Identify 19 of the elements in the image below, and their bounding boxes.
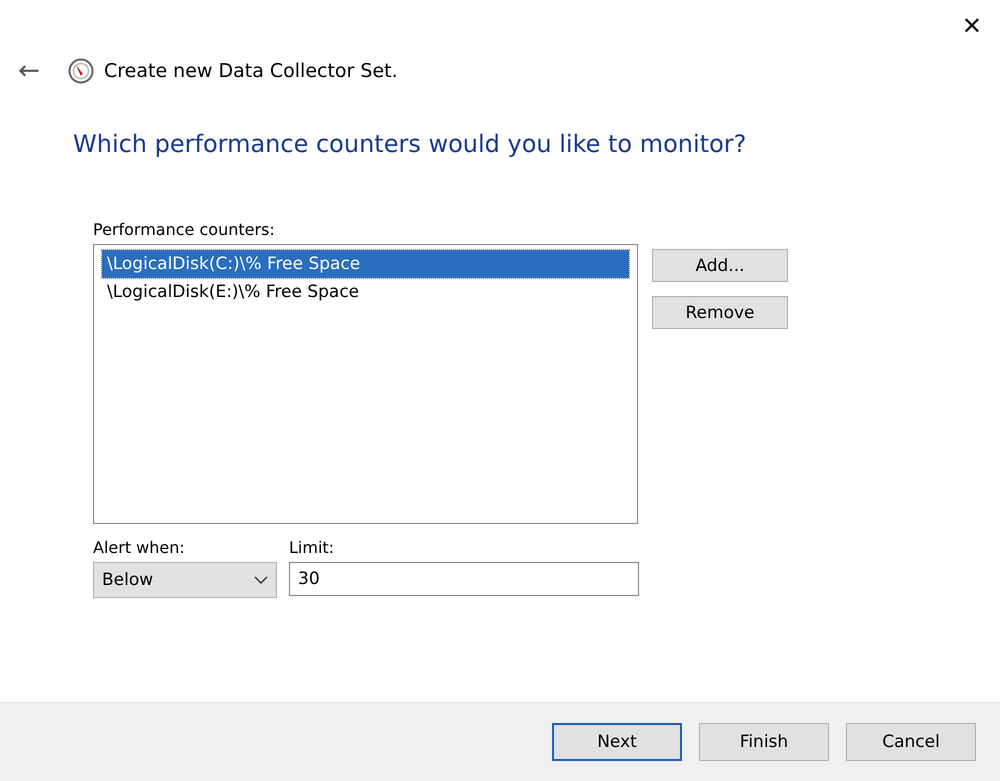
back-button[interactable]: ← <box>14 56 44 86</box>
alert-when-label: Alert when: <box>93 538 186 557</box>
cancel-button[interactable]: Cancel <box>846 723 976 761</box>
remove-button[interactable]: Remove <box>652 296 788 329</box>
limit-input[interactable]: 30 <box>289 562 639 596</box>
close-button[interactable]: ✕ <box>962 12 982 40</box>
counter-item[interactable]: \LogicalDisk(C:)\% Free Space <box>102 250 629 278</box>
add-button[interactable]: Add... <box>652 249 788 282</box>
limit-label: Limit: <box>289 538 336 557</box>
finish-button[interactable]: Finish <box>699 723 829 761</box>
chevron-down-icon <box>254 576 268 584</box>
counter-item[interactable]: \LogicalDisk(E:)\% Free Space <box>102 278 629 306</box>
next-button[interactable]: Next <box>552 723 682 761</box>
wizard-title: Create new Data Collector Set. <box>104 60 398 82</box>
gauge-icon <box>68 58 94 84</box>
page-heading: Which performance counters would you like to monitor? <box>73 130 748 158</box>
counters-label: Performance counters: <box>93 220 276 239</box>
counters-listbox[interactable]: \LogicalDisk(C:)\% Free Space \LogicalDisk(E:)\% Free Space <box>93 244 638 524</box>
alert-dropdown[interactable]: Below <box>93 562 277 598</box>
